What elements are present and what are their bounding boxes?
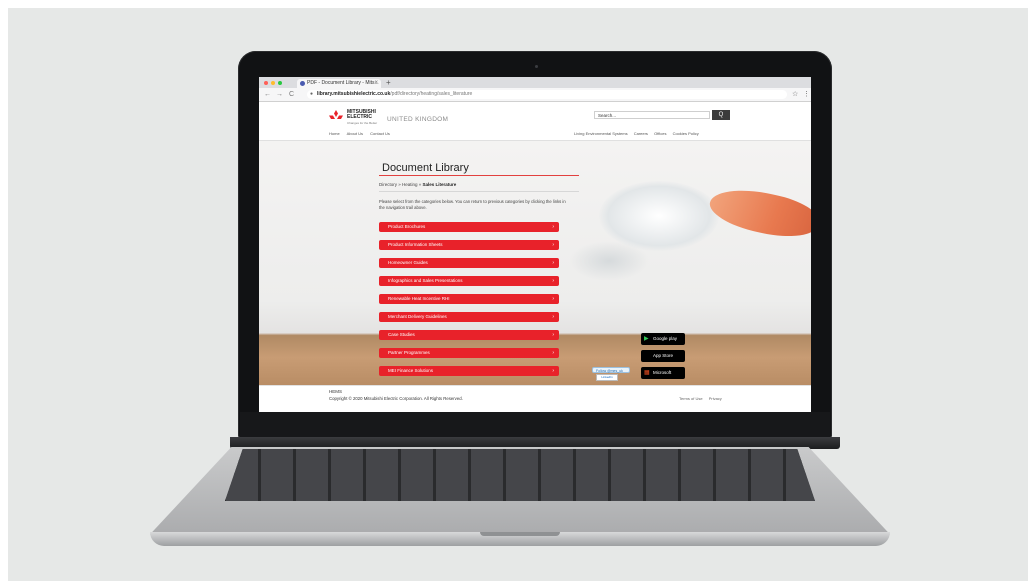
url-host: library.mitsubishielectric.co.uk: [317, 91, 391, 97]
water-splash-image-2: [569, 241, 649, 281]
microsoft-icon: ▦: [644, 370, 650, 376]
badge-label: Google play: [653, 336, 678, 341]
linkedin-button[interactable]: LinkedIn: [596, 374, 618, 381]
category-label: Renewable Heat Incentive RHI: [388, 296, 450, 301]
footer-links: Terms of Use Privacy: [674, 396, 722, 401]
site-footer: HEMS Copyright © 2020 Mitsubishi Electri…: [259, 385, 811, 412]
chevron-right-icon: ›: [552, 332, 554, 338]
category-merchant-delivery[interactable]: Merchant Delivery Guidelines ›: [379, 312, 559, 322]
page-title: Document Library: [382, 162, 469, 174]
nav-link-les[interactable]: Living Environmental Systems: [574, 131, 628, 136]
tab-close-icon[interactable]: ×: [374, 79, 378, 88]
category-rhi[interactable]: Renewable Heat Incentive RHI ›: [379, 294, 559, 304]
mitsubishi-logo-icon[interactable]: [329, 110, 343, 122]
forward-arrow-icon[interactable]: →: [276, 89, 283, 100]
category-product-brochures[interactable]: Product Brochures ›: [379, 222, 559, 232]
category-mei-finance[interactable]: MEI Finance Solutions ›: [379, 366, 559, 376]
address-bar[interactable]: ● library.mitsubishielectric.co.uk/pdf/d…: [307, 90, 787, 99]
app-store-badge[interactable]: App Store: [641, 350, 685, 362]
laptop-screen: PDF - Document Library - Mits... × + ← →…: [259, 77, 811, 412]
category-label: MEI Finance Solutions: [388, 368, 434, 373]
category-label: Infographics and Sales Presentations: [388, 278, 463, 283]
nav-link-careers[interactable]: Careers: [634, 131, 648, 136]
search-input[interactable]: Search...: [594, 111, 710, 119]
chevron-right-icon: ›: [552, 224, 554, 230]
reload-icon[interactable]: C: [289, 89, 294, 100]
category-partner-programmes[interactable]: Partner Programmes ›: [379, 348, 559, 358]
nav-link-cookies[interactable]: Cookies Policy: [673, 131, 699, 136]
google-play-badge[interactable]: ▶ Google play: [641, 333, 685, 345]
browser-toolbar: ← → C ● library.mitsubishielectric.co.uk…: [259, 88, 811, 102]
copyright-text: Copyright © 2020 Mitsubishi Electric Cor…: [329, 396, 463, 401]
nav-right: Living Environmental Systems Careers Off…: [569, 131, 699, 136]
nav-left: Home About Us Contact Us: [329, 131, 396, 136]
category-label: Product Information Sheets: [388, 242, 443, 247]
google-play-icon: ▶: [644, 336, 649, 342]
logo-wordmark: MITSUBISHI ELECTRIC: [347, 110, 376, 120]
nav-link-home[interactable]: Home: [329, 131, 340, 136]
site-header: MITSUBISHI ELECTRIC Changes for the Bett…: [259, 102, 811, 141]
window-maximize-dot[interactable]: [278, 81, 282, 85]
tab-title: PDF - Document Library - Mits...: [307, 80, 379, 86]
orange-wave-image: [706, 182, 811, 244]
badge-label: Microsoft: [653, 370, 672, 375]
chevron-right-icon: ›: [552, 260, 554, 266]
category-label: Product Brochures: [388, 224, 426, 229]
new-tab-button[interactable]: +: [386, 77, 391, 88]
chevron-right-icon: ›: [552, 242, 554, 248]
bookmark-star-icon[interactable]: ☆: [792, 89, 798, 100]
twitter-follow-button[interactable]: Follow @mes_uk: [592, 367, 630, 373]
lid-opening-notch: [480, 532, 560, 536]
window-close-dot[interactable]: [264, 81, 268, 85]
nav-link-about[interactable]: About Us: [347, 131, 363, 136]
microsoft-store-badge[interactable]: ▦ Microsoft: [641, 367, 685, 379]
search-button[interactable]: Q: [712, 110, 730, 120]
nav-link-offices[interactable]: Offices: [654, 131, 666, 136]
footer-label: HEMS: [329, 389, 343, 394]
category-product-information-sheets[interactable]: Product Information Sheets ›: [379, 240, 559, 250]
category-infographics[interactable]: Infographics and Sales Presentations ›: [379, 276, 559, 286]
nav-link-contact[interactable]: Contact Us: [370, 131, 390, 136]
badge-label: App Store: [653, 353, 674, 358]
window-minimize-dot[interactable]: [271, 81, 275, 85]
chevron-right-icon: ›: [552, 314, 554, 320]
category-label: Merchant Delivery Guidelines: [388, 314, 447, 319]
footer-link-privacy[interactable]: Privacy: [709, 396, 722, 401]
chevron-right-icon: ›: [552, 368, 554, 374]
region-label: UNITED KINGDOM: [387, 116, 449, 123]
screen-bezel-bottom: [240, 412, 830, 438]
back-arrow-icon[interactable]: ←: [264, 89, 271, 100]
footer-link-terms[interactable]: Terms of Use: [679, 396, 703, 401]
browser-menu-icon[interactable]: ⋮: [803, 89, 810, 100]
intro-text: Please select from the categories below.…: [379, 199, 566, 210]
logo-tagline: Changes for the Better: [347, 121, 378, 125]
breadcrumb-trail[interactable]: Directory » Heating »: [379, 182, 423, 187]
browser-tab-bar: PDF - Document Library - Mits... × +: [259, 77, 811, 88]
chevron-right-icon: ›: [552, 296, 554, 302]
logo-line-2: ELECTRIC: [347, 114, 372, 120]
category-homeowner-guides[interactable]: Homeowner Guides ›: [379, 258, 559, 268]
title-divider: [379, 175, 579, 176]
breadcrumb-current: Sales Literature: [422, 182, 457, 187]
lock-icon: ●: [310, 91, 314, 97]
breadcrumb: Directory » Heating » Sales Literature: [379, 182, 456, 187]
category-case-studies[interactable]: Case Studies ›: [379, 330, 559, 340]
category-label: Partner Programmes: [388, 350, 430, 355]
url-path: /pdf/directory/heating/sales_literature: [390, 91, 473, 97]
category-label: Homeowner Guides: [388, 260, 428, 265]
favicon-icon: [300, 81, 305, 86]
category-label: Case Studies: [388, 332, 415, 337]
browser-tab[interactable]: PDF - Document Library - Mits... ×: [297, 79, 381, 88]
keyboard: [225, 449, 815, 501]
chevron-right-icon: ›: [552, 278, 554, 284]
breadcrumb-divider: [379, 191, 579, 192]
webcam: [535, 65, 538, 68]
chevron-right-icon: ›: [552, 350, 554, 356]
